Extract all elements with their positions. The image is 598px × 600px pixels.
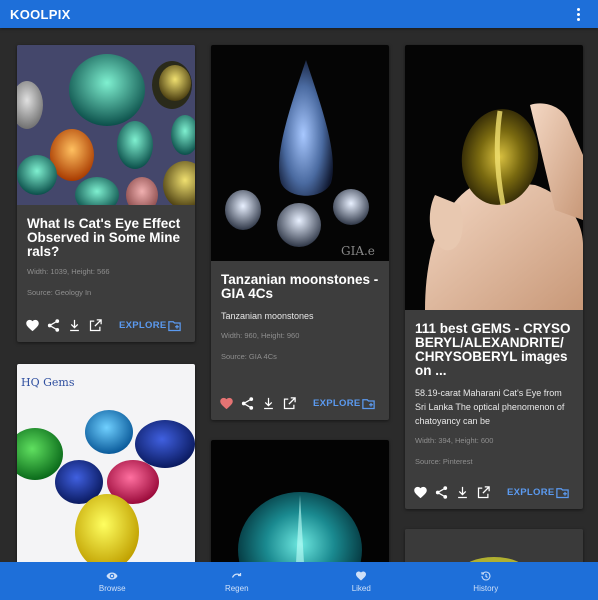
- explore-button[interactable]: EXPLORE: [507, 487, 555, 498]
- result-card: GIA.e Tanzanian moonstones - GIA 4Cs Tan…: [211, 45, 389, 420]
- image-feed[interactable]: What Is Cat's Eye Effect Observed in Som…: [0, 28, 598, 562]
- open-external-icon[interactable]: [88, 316, 103, 334]
- share-icon[interactable]: [240, 394, 255, 412]
- card-dimensions: Width: 394, Height: 600: [415, 436, 494, 445]
- card-image[interactable]: [405, 45, 583, 310]
- explore-button[interactable]: EXPLORE: [119, 320, 167, 331]
- card-description: Tanzanian moonstones: [221, 311, 314, 321]
- card-actions: EXPLORE: [17, 308, 195, 342]
- like-heart-icon[interactable]: [25, 316, 40, 334]
- eye-icon: [106, 572, 118, 579]
- download-icon[interactable]: [455, 483, 470, 501]
- tab-label: Liked: [351, 583, 371, 593]
- card-title: Tanzanian moonstones - GIA 4Cs: [221, 272, 379, 301]
- result-card: [211, 440, 389, 562]
- tab-label: History: [473, 583, 499, 593]
- card-source: Source: Pinterest: [415, 457, 473, 466]
- save-to-folder-icon[interactable]: [361, 394, 376, 412]
- card-source: Source: GIA 4Cs: [221, 352, 277, 361]
- history-icon: [481, 570, 491, 581]
- share-icon[interactable]: [434, 483, 449, 501]
- result-card: [405, 529, 583, 562]
- bottom-navigation: Browse Regen Liked History: [0, 562, 598, 600]
- card-title: 111 best GEMS - CRYSOBERYL/ALEXANDRITE/C…: [415, 321, 571, 378]
- app-bar: KOOLPIX: [0, 0, 598, 28]
- like-heart-icon[interactable]: [219, 394, 234, 412]
- tab-history[interactable]: History: [446, 562, 526, 600]
- explore-button[interactable]: EXPLORE: [313, 398, 361, 409]
- card-title: What Is Cat's Eye Effect Observed in Som…: [27, 216, 181, 259]
- card-image[interactable]: HQ Gems: [17, 364, 195, 562]
- share-icon[interactable]: [46, 316, 61, 334]
- card-image[interactable]: [17, 45, 195, 205]
- download-icon[interactable]: [261, 394, 276, 412]
- card-source: Source: Geology In: [27, 288, 92, 297]
- save-to-folder-icon[interactable]: [555, 483, 570, 501]
- app-title: KOOLPIX: [10, 6, 71, 22]
- result-card: 111 best GEMS - CRYSOBERYL/ALEXANDRITE/C…: [405, 45, 583, 509]
- card-image[interactable]: [211, 440, 389, 562]
- tab-label: Browse: [98, 583, 126, 593]
- open-external-icon[interactable]: [282, 394, 297, 412]
- regen-icon: [231, 572, 241, 578]
- result-card: HQ Gems: [17, 364, 195, 562]
- card-watermark: GIA.e: [341, 244, 375, 258]
- like-heart-icon[interactable]: [413, 483, 428, 501]
- card-description: 58.19-carat Maharani Cat's Eye from Sri …: [415, 388, 565, 426]
- card-image[interactable]: GIA.e: [211, 45, 389, 261]
- tab-liked[interactable]: Liked: [321, 562, 401, 600]
- download-icon[interactable]: [67, 316, 82, 334]
- card-actions: EXPLORE: [405, 475, 583, 509]
- card-dimensions: Width: 960, Height: 960: [221, 331, 300, 340]
- tab-label: Regen: [224, 583, 249, 593]
- card-actions: EXPLORE: [211, 386, 389, 420]
- card-dimensions: Width: 1039, Height: 566: [27, 267, 110, 276]
- tab-browse[interactable]: Browse: [72, 562, 152, 600]
- save-to-folder-icon[interactable]: [167, 316, 182, 334]
- overflow-menu-icon[interactable]: [570, 4, 586, 24]
- card-image[interactable]: [405, 529, 583, 562]
- card-watermark: HQ Gems: [21, 376, 75, 389]
- open-external-icon[interactable]: [476, 483, 491, 501]
- heart-icon: [356, 571, 367, 580]
- result-card: What Is Cat's Eye Effect Observed in Som…: [17, 45, 195, 342]
- tab-regen[interactable]: Regen: [197, 562, 277, 600]
